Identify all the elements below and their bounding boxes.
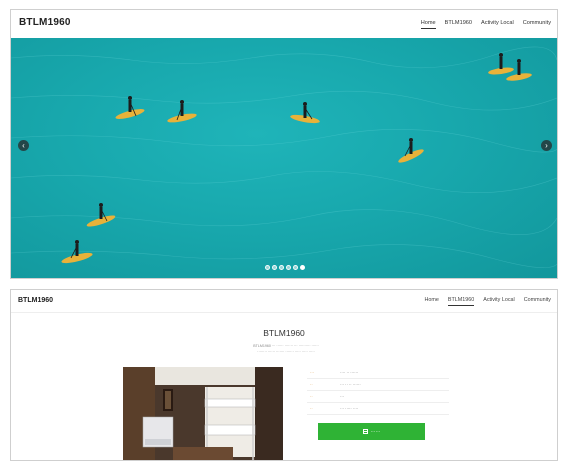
nav-community[interactable]: Community	[523, 20, 551, 29]
chevron-left-icon[interactable]: ‹	[18, 140, 29, 151]
nav-community[interactable]: Community	[524, 297, 551, 306]
slider-pagination	[265, 265, 305, 270]
brand-logo[interactable]: BTLM1960	[18, 297, 53, 304]
info-value: ···	[340, 394, 344, 399]
paddleboarder	[290, 102, 320, 124]
description-line: BTLM1960 ··· ······ ······· ··· ········…	[253, 344, 319, 348]
top-navbar: BTLM1960 Home BTLM1960 Activity Local Co…	[11, 290, 557, 313]
info-table: ··· ···· ·· ······ ·· ··· ·· ·· ······ ·· ···…	[307, 367, 449, 415]
info-row: ·· ··· ····· ····	[307, 403, 449, 415]
info-label: ···	[310, 370, 314, 375]
detail-screen: BTLM1960 Home BTLM1960 Activity Local Co…	[10, 289, 558, 461]
slider-dot[interactable]	[300, 265, 305, 270]
paddleboarder	[398, 138, 424, 163]
slider-dot[interactable]	[293, 265, 298, 270]
calendar-icon	[362, 429, 368, 434]
hero-image	[11, 46, 557, 268]
info-label: ··	[310, 382, 313, 387]
slider-dot[interactable]	[279, 265, 284, 270]
hero-slider[interactable]: ‹ ›	[11, 38, 557, 278]
description-line: ········ ······ ······· ······· ····· ··…	[257, 350, 315, 354]
paddleboarder	[61, 240, 93, 264]
slider-dot[interactable]	[286, 265, 291, 270]
home-screen: BTLM1960 Home BTLM1960 Activity Local Co…	[10, 9, 558, 279]
slider-dot[interactable]	[265, 265, 270, 270]
top-navbar: BTLM1960 Home BTLM1960 Activity Local Co…	[11, 10, 557, 38]
reserve-button[interactable]: ······	[318, 423, 425, 440]
chevron-right-icon[interactable]: ›	[541, 140, 552, 151]
page-title: BTLM1960	[263, 328, 305, 338]
room-photo	[123, 367, 283, 460]
brand-logo[interactable]: BTLM1960	[19, 17, 71, 28]
nav-btlm1960[interactable]: BTLM1960	[447, 297, 475, 306]
info-label: ··	[310, 406, 313, 411]
info-row: ·· ···	[307, 391, 449, 403]
paddleboarder	[86, 203, 116, 227]
info-row: ·· ··· ·· ·· ······	[307, 379, 449, 391]
nav-btlm1960[interactable]: BTLM1960	[445, 20, 472, 29]
main-menu: Home BTLM1960 Activity Local Community	[420, 20, 551, 29]
nav-home[interactable]: Home	[420, 20, 436, 29]
info-value: ··· ·· ·· ······	[340, 382, 361, 387]
info-label: ··	[310, 394, 313, 399]
nav-activity-local[interactable]: Activity Local	[483, 297, 514, 306]
info-value: ···· ·· ······	[340, 370, 359, 375]
paddleboarder	[167, 100, 197, 123]
paddleboarder	[115, 96, 145, 119]
nav-activity-local[interactable]: Activity Local	[481, 20, 514, 29]
paddleboarder	[488, 53, 514, 75]
main-menu: Home BTLM1960 Activity Local Community	[425, 297, 551, 306]
reserve-button-label: ······	[370, 428, 381, 435]
info-value: ··· ····· ····	[340, 406, 359, 411]
info-row: ··· ···· ·· ······	[307, 367, 449, 379]
nav-home[interactable]: Home	[425, 297, 439, 306]
slider-dot[interactable]	[272, 265, 277, 270]
